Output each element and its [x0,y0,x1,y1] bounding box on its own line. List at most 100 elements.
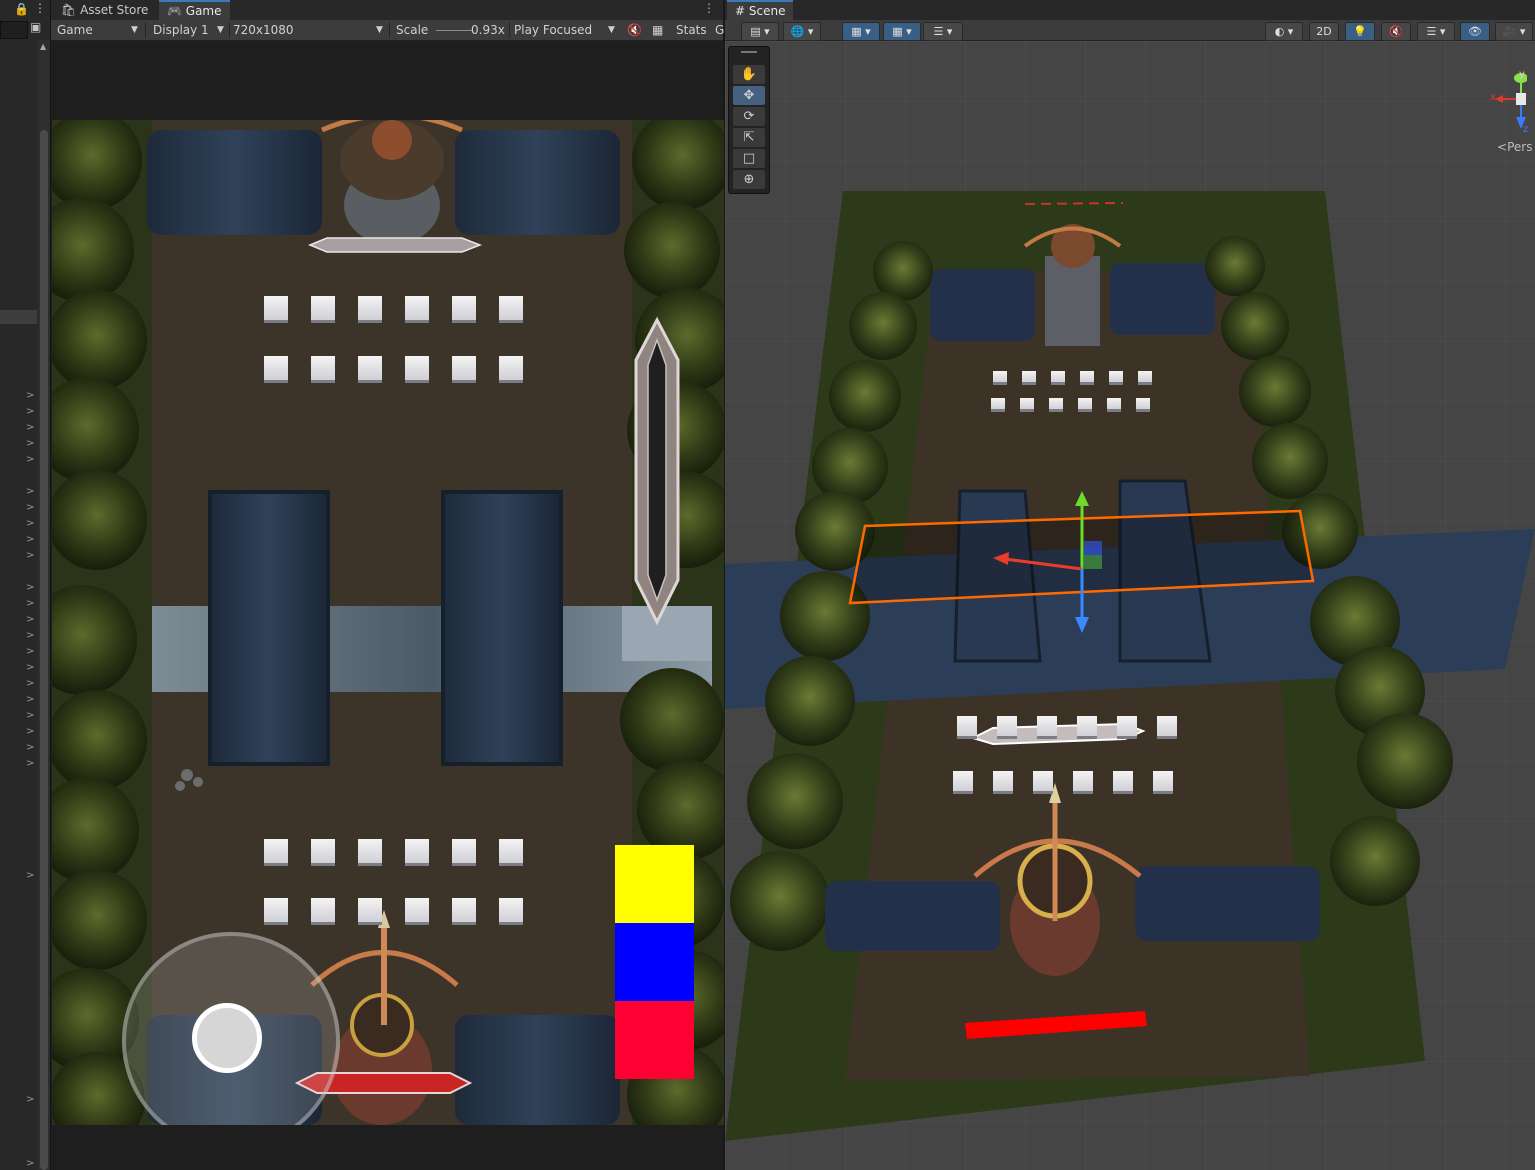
tower-slot-tile[interactable] [1033,771,1053,791]
tower-slot-tile[interactable] [358,839,382,863]
scene-orientation-gizmo[interactable] [1491,71,1528,151]
tower-slot-tile[interactable] [264,356,288,380]
tab-scene[interactable]: # Scene [727,0,794,22]
expand-chevron-icon[interactable]: > [26,758,34,769]
tower-slot-tile[interactable] [264,898,288,922]
kebab-menu-icon[interactable]: ⋮ [34,1,46,15]
rotate-tool-icon[interactable]: ⟳ [733,107,765,126]
mute-audio-icon[interactable]: 🔇 [627,20,642,40]
tower-slot-tile[interactable] [452,839,476,863]
layers-icon[interactable]: ▣ [30,20,41,34]
tower-slot-tile[interactable] [264,839,288,863]
audio-toggle-icon[interactable]: 🔇 [1381,22,1411,41]
increment-snap-button[interactable]: ▦ ▾ [883,22,921,41]
tower-slot-tile[interactable] [1157,716,1177,736]
expand-chevron-icon[interactable]: > [26,534,34,545]
tower-slot-tile[interactable] [1136,398,1150,409]
tower-slot-tile[interactable] [1051,371,1065,382]
expand-chevron-icon[interactable]: > [26,438,34,449]
tower-slot-tile[interactable] [1113,771,1133,791]
tower-slot-tile[interactable] [993,371,1007,382]
expand-chevron-icon[interactable]: > [26,1158,34,1169]
palette-drag-handle[interactable] [741,51,757,53]
tower-slot-tile[interactable] [452,296,476,320]
expand-chevron-icon[interactable]: > [26,678,34,689]
tower-slot-tile[interactable] [358,356,382,380]
expand-chevron-icon[interactable]: > [26,630,34,641]
scene-view[interactable]: y x z [725,41,1535,1170]
gizmos-button[interactable]: G [715,20,724,40]
shading-mode-button[interactable]: ◐ ▾ [1265,22,1303,41]
tower-slot-tile[interactable] [499,839,523,863]
expand-chevron-icon[interactable]: > [26,582,34,593]
move-tool-icon[interactable]: ✥ [733,86,765,105]
expand-chevron-icon[interactable]: > [26,550,34,561]
tower-slot-tile[interactable] [1138,371,1152,382]
expand-chevron-icon[interactable]: > [26,710,34,721]
tower-slot-tile[interactable] [405,839,429,863]
tower-slot-tile[interactable] [311,898,335,922]
tower-slot-tile[interactable] [993,771,1013,791]
tower-slot-tile[interactable] [499,356,523,380]
tower-slot-tile[interactable] [1078,398,1092,409]
game-view[interactable] [52,120,724,1125]
tower-slot-tile[interactable] [1153,771,1173,791]
tower-slot-tile[interactable] [1020,398,1034,409]
tower-slot-tile[interactable] [1049,398,1063,409]
tower-slot-tile[interactable] [1037,716,1057,736]
tower-slot-tile[interactable] [1022,371,1036,382]
expand-chevron-icon[interactable]: > [26,422,34,433]
lock-icon[interactable]: 🔒 [14,2,29,16]
tower-slot-tile[interactable] [1109,371,1123,382]
display-select[interactable]: Display 1 [153,20,209,40]
tower-slot-tile[interactable] [311,356,335,380]
grid-icon[interactable]: ▦ [652,20,663,40]
expand-chevron-icon[interactable]: > [26,726,34,737]
tab-game[interactable]: 🎮 Game [159,0,230,22]
tower-slot-tile[interactable] [264,296,288,320]
hierarchy-selected-row[interactable] [0,310,37,324]
tower-slot-tile[interactable] [1077,716,1097,736]
expand-chevron-icon[interactable]: > [26,502,34,513]
toggle-2d-button[interactable]: 2D [1309,22,1339,41]
ruler-button[interactable]: ☰ ▾ [923,22,963,41]
expand-chevron-icon[interactable]: > [26,390,34,401]
tower-slot-tile[interactable] [405,356,429,380]
projection-toggle[interactable]: <Pers [1497,140,1532,154]
expand-chevron-icon[interactable]: > [26,742,34,753]
tower-slot-tile[interactable] [358,296,382,320]
tower-slot-tile[interactable] [1107,398,1121,409]
expand-chevron-icon[interactable]: > [26,518,34,529]
joystick-handle[interactable] [192,1003,262,1073]
tower-slot-tile[interactable] [991,398,1005,409]
effects-toggle-icon[interactable]: ☰ ▾ [1417,22,1455,41]
tower-slot-tile[interactable] [452,356,476,380]
hidden-objects-icon[interactable]: 👁 [1460,22,1490,41]
hand-tool-icon[interactable]: ✋ [733,65,765,84]
global-toggle-button[interactable]: 🌐 ▾ [783,22,821,41]
expand-chevron-icon[interactable]: > [26,1094,34,1105]
tower-slot-tile[interactable] [405,296,429,320]
scale-tool-icon[interactable]: ⇱ [733,128,765,147]
view-select[interactable]: Game [57,20,141,40]
tower-slot-tile[interactable] [499,898,523,922]
tower-slot-tile[interactable] [957,716,977,736]
tower-slot-tile[interactable] [1117,716,1137,736]
transform-tool-icon[interactable]: ⊕ [733,170,765,189]
grid-snap-button[interactable]: ▦ ▾ [842,22,880,41]
scroll-up-arrow-icon[interactable]: ▲ [40,42,46,51]
draw-mode-button[interactable]: ▤ ▾ [741,22,779,41]
hierarchy-scroll-thumb[interactable] [40,130,48,1170]
tower-slot-tile[interactable] [1080,371,1094,382]
expand-chevron-icon[interactable]: > [26,614,34,625]
kebab-menu-icon[interactable]: ⋮ [703,1,715,15]
expand-chevron-icon[interactable]: > [26,406,34,417]
lighting-toggle-icon[interactable]: 💡 [1345,22,1375,41]
expand-chevron-icon[interactable]: > [26,870,34,881]
play-mode-select[interactable]: Play Focused [514,20,592,40]
tower-slot-tile[interactable] [311,296,335,320]
tab-asset-store[interactable]: 🛍 Asset Store [53,0,156,20]
tower-slot-tile[interactable] [452,898,476,922]
tower-slot-tile[interactable] [953,771,973,791]
expand-chevron-icon[interactable]: > [26,598,34,609]
